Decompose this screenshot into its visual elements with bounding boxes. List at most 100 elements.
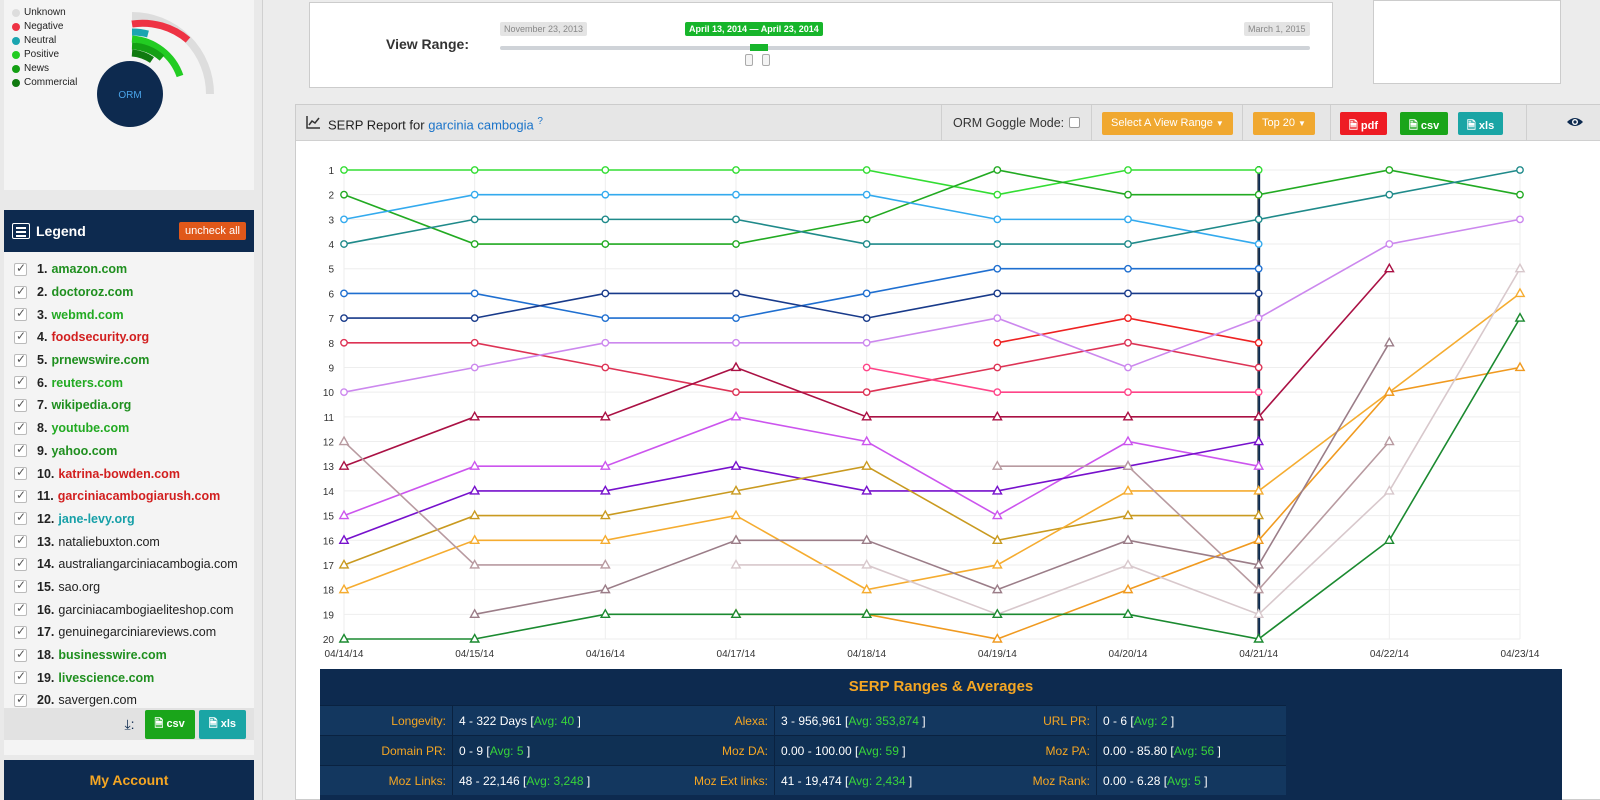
legend-item-domain[interactable]: prnewswire.com: [51, 353, 149, 367]
legend-item[interactable]: 13.nataliebuxton.com: [14, 530, 254, 553]
top-n-button[interactable]: Top 20 ▼: [1253, 112, 1315, 135]
series-point: [340, 240, 348, 248]
legend-checkbox[interactable]: [14, 329, 27, 344]
legend-checkbox[interactable]: [14, 578, 27, 594]
legend-checkbox[interactable]: [14, 306, 27, 322]
legend-csv-button[interactable]: 🗎 csv: [144, 709, 195, 739]
legend-item-rank: 19.: [37, 670, 55, 685]
legend-item[interactable]: 2.doctoroz.com: [14, 281, 254, 304]
series-line: [344, 169, 1259, 196]
x-tick-label: 04/15/14: [455, 649, 494, 660]
legend-item-domain[interactable]: yahoo.com: [51, 444, 117, 458]
legend-item[interactable]: 19.livescience.com: [14, 666, 254, 689]
legend-item-domain[interactable]: businesswire.com: [58, 648, 166, 662]
goggle-mode-checkbox[interactable]: [1069, 117, 1080, 128]
legend-checkbox[interactable]: [14, 647, 27, 662]
pdf-export-button[interactable]: 🗎 pdf: [1340, 112, 1388, 135]
range-average: Avg: 5: [1167, 774, 1201, 788]
view-range-handle-end[interactable]: [762, 54, 770, 66]
uncheck-all-button[interactable]: uncheck all: [178, 222, 246, 240]
view-range-handle-start[interactable]: [745, 54, 753, 66]
csv-export-button[interactable]: 🗎 csv: [1400, 112, 1449, 135]
legend-checkbox[interactable]: [14, 624, 27, 639]
series-point: [732, 240, 740, 248]
y-tick-label: 16: [323, 536, 335, 547]
legend-item[interactable]: 4.foodsecurity.org: [14, 326, 254, 349]
legend-item[interactable]: 6.reuters.com: [14, 371, 254, 394]
legend-item-domain[interactable]: australiangarciniacambogia.com: [58, 557, 237, 571]
legend-item[interactable]: 9.yahoo.com: [14, 440, 254, 463]
orm-legend-item: News: [12, 62, 77, 76]
series-point: [862, 314, 871, 323]
legend-item-domain[interactable]: foodsecurity.org: [51, 330, 149, 344]
legend-checkbox[interactable]: [14, 669, 27, 685]
series-point: [730, 361, 742, 372]
legend-item-domain[interactable]: genuinegarciniareviews.com: [58, 625, 216, 639]
legend-checkbox[interactable]: [14, 374, 27, 390]
legend-item[interactable]: 8.youtube.com: [14, 417, 254, 440]
series-point: [1383, 484, 1395, 495]
range-close-bracket: ]: [1167, 714, 1175, 728]
legend-item-domain[interactable]: katrina-bowden.com: [58, 467, 180, 481]
legend-item[interactable]: 16.garciniacambogiaeliteshop.com: [14, 598, 254, 621]
series-point: [340, 338, 348, 347]
legend-checkbox[interactable]: [14, 261, 27, 276]
legend-item-rank: 10.: [37, 466, 55, 481]
legend-item-domain[interactable]: garciniacambogiaeliteshop.com: [58, 603, 233, 617]
legend-item[interactable]: 14.australiangarciniacambogia.com: [14, 553, 254, 576]
legend-panel: Legend uncheck all 1.amazon.com2.doctoro…: [4, 210, 254, 755]
legend-item[interactable]: 10.katrina-bowden.com: [14, 462, 254, 485]
legend-item[interactable]: 5.prnewswire.com: [14, 349, 254, 372]
legend-item-domain[interactable]: youtube.com: [51, 421, 129, 435]
legend-item-domain[interactable]: wikipedia.org: [51, 398, 131, 412]
legend-checkbox[interactable]: [14, 533, 27, 549]
series-point: [1124, 190, 1132, 199]
legend-item-domain[interactable]: nataliebuxton.com: [58, 535, 159, 549]
legend-item-rank: 3.: [37, 307, 48, 322]
legend-item-domain[interactable]: reuters.com: [51, 376, 123, 390]
series-point: [1124, 166, 1132, 174]
xls-export-button[interactable]: 🗎 xls: [1458, 112, 1504, 135]
legend-item[interactable]: 3.webmd.com: [14, 303, 254, 326]
legend-item[interactable]: 17.genuinegarciniareviews.com: [14, 621, 254, 644]
legend-checkbox[interactable]: [14, 420, 27, 435]
legend-item[interactable]: 11. garciniacambogiarush.com: [14, 485, 254, 508]
y-tick-label: 1: [328, 166, 334, 177]
legend-checkbox[interactable]: [14, 692, 27, 707]
legend-item-domain[interactable]: webmd.com: [51, 308, 123, 322]
orm-legend-label: News: [24, 63, 50, 74]
select-view-range-button[interactable]: Select A View Range ▼: [1102, 112, 1233, 135]
legend-checkbox[interactable]: [14, 556, 27, 571]
range-close-bracket: ]: [905, 774, 913, 788]
legend-item-domain[interactable]: sao.org: [58, 580, 100, 594]
legend-item[interactable]: 15.sao.org: [14, 576, 254, 599]
legend-item[interactable]: 7.wikipedia.org: [14, 394, 254, 417]
legend-checkbox[interactable]: [14, 352, 27, 367]
legend-checkbox[interactable]: [14, 488, 27, 503]
help-icon[interactable]: ?: [537, 116, 543, 127]
legend-checkbox[interactable]: [14, 284, 27, 299]
legend-item-domain[interactable]: jane-levy.org: [58, 512, 134, 526]
view-range-slider-track[interactable]: [500, 46, 1310, 50]
legend-item-domain[interactable]: garciniacambogiarush.com: [58, 489, 221, 503]
legend-checkbox[interactable]: [14, 510, 27, 526]
legend-item-domain[interactable]: livescience.com: [58, 671, 154, 685]
legend-item-domain[interactable]: savergen.com: [58, 693, 137, 707]
legend-item[interactable]: 12.jane-levy.org: [14, 508, 254, 531]
legend-item[interactable]: 18.businesswire.com: [14, 644, 254, 667]
legend-checkbox[interactable]: [14, 442, 27, 458]
legend-checkbox[interactable]: [14, 465, 27, 481]
legend-checkbox[interactable]: [14, 601, 27, 617]
legend-item[interactable]: 1.amazon.com: [14, 258, 254, 281]
serp-keyword-link[interactable]: garcinia cambogia: [428, 117, 534, 132]
legend-item-domain[interactable]: amazon.com: [51, 262, 127, 276]
my-account-header[interactable]: My Account: [4, 760, 254, 800]
legend-xls-button[interactable]: 🗎 xls: [198, 709, 246, 739]
range-metric-label: Domain PR:: [320, 736, 452, 765]
eye-icon[interactable]: [1566, 116, 1584, 128]
range-close-bracket: ]: [1214, 744, 1221, 758]
view-range-end: March 1, 2015: [1244, 22, 1310, 36]
legend-item-domain[interactable]: doctoroz.com: [51, 285, 133, 299]
orm-legend-label: Unknown: [24, 7, 66, 18]
legend-checkbox[interactable]: [14, 397, 27, 412]
